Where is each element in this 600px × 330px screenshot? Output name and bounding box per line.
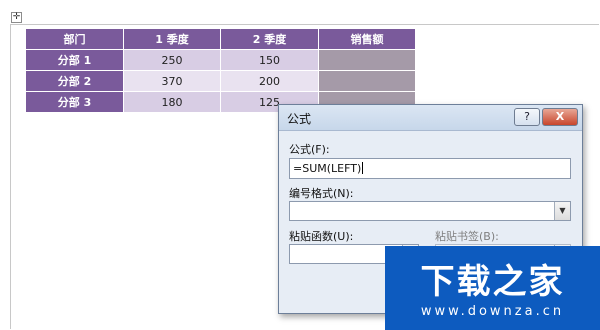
formula-label: 公式(F): xyxy=(289,143,330,156)
cell-q2[interactable]: 200 xyxy=(220,70,319,92)
sales-table: 部门 1 季度 2 季度 销售额 分部 1 250 150 分部 2 370 2… xyxy=(25,28,416,113)
formula-input[interactable]: =SUM(LEFT) xyxy=(289,158,571,179)
text-caret xyxy=(362,162,364,174)
header-sales[interactable]: 销售额 xyxy=(318,28,416,50)
chevron-down-icon[interactable]: ▼ xyxy=(554,202,570,220)
number-format-select[interactable]: ▼ xyxy=(289,201,571,221)
move-cross-icon[interactable]: ✛ xyxy=(11,12,22,23)
watermark-main-text: 下载之家 xyxy=(420,262,565,302)
paste-bookmark-label: 粘贴书签(B): xyxy=(435,230,499,243)
header-dept[interactable]: 部门 xyxy=(25,28,124,50)
cell-q2[interactable]: 150 xyxy=(220,49,319,71)
watermark-url: www.downza.cn xyxy=(420,304,565,319)
dialog-title: 公式 xyxy=(287,112,312,126)
cell-dept[interactable]: 分部 3 xyxy=(25,91,124,113)
cell-q1[interactable]: 180 xyxy=(123,91,221,113)
paste-function-label: 粘贴函数(U): xyxy=(289,230,354,243)
table-row: 分部 2 370 200 xyxy=(25,70,416,92)
header-q2[interactable]: 2 季度 xyxy=(220,28,319,50)
cell-q1[interactable]: 370 xyxy=(123,70,221,92)
help-button[interactable]: ? xyxy=(514,108,540,126)
dialog-titlebar[interactable]: 公式 ? X xyxy=(279,105,582,131)
cell-sales[interactable] xyxy=(318,70,416,92)
formula-value: =SUM(LEFT) xyxy=(293,162,362,175)
header-q1[interactable]: 1 季度 xyxy=(123,28,221,50)
cell-q1[interactable]: 250 xyxy=(123,49,221,71)
table-row: 分部 1 250 150 xyxy=(25,49,416,71)
table-header-row: 部门 1 季度 2 季度 销售额 xyxy=(25,28,416,50)
watermark-logo: 下载之家 www.downza.cn xyxy=(385,246,600,330)
cell-dept[interactable]: 分部 1 xyxy=(25,49,124,71)
number-format-label: 编号格式(N): xyxy=(289,187,354,200)
cell-dept[interactable]: 分部 2 xyxy=(25,70,124,92)
close-button[interactable]: X xyxy=(542,108,578,126)
cell-sales[interactable] xyxy=(318,49,416,71)
